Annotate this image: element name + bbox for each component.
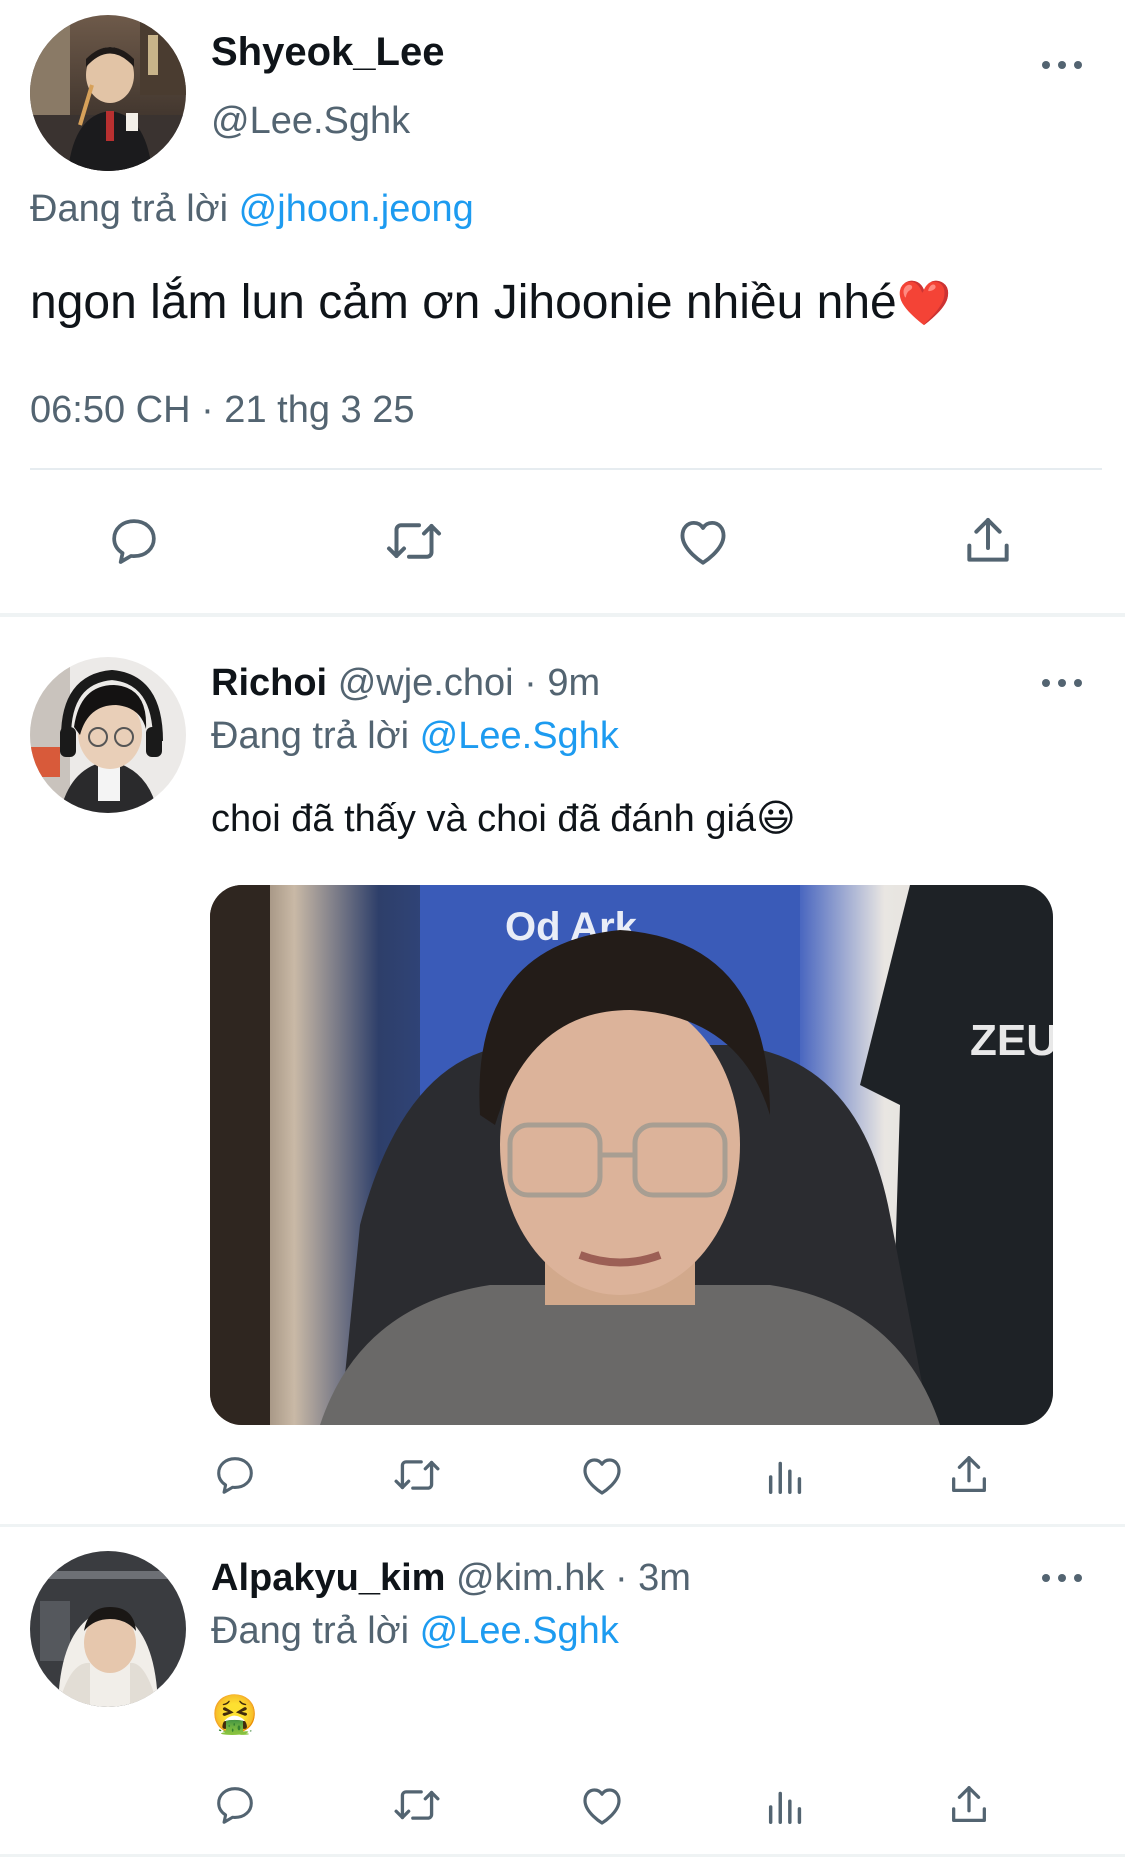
heart-emoji: ❤️ (896, 279, 952, 328)
share-icon[interactable] (960, 513, 1016, 569)
avatar[interactable] (30, 657, 186, 813)
author-handle[interactable]: @kim.hk (456, 1557, 604, 1599)
retweet-icon[interactable] (392, 1782, 442, 1828)
author-name[interactable]: Alpakyu_kim (211, 1557, 445, 1599)
replying-to-line: Đang trả lời @Lee.Sghk (211, 711, 619, 761)
avatar[interactable] (30, 15, 186, 171)
author-name[interactable]: Shyeok_Lee (211, 26, 444, 78)
more-options-icon[interactable] (1042, 1571, 1082, 1585)
views-icon[interactable] (764, 1452, 808, 1498)
avatar[interactable] (30, 1551, 186, 1707)
tweet-text-body: ngon lắm lun cảm ơn Jihoonie nhiều nhé (30, 276, 897, 329)
share-icon[interactable] (946, 1452, 992, 1498)
share-icon[interactable] (946, 1782, 992, 1828)
more-options-icon[interactable] (1042, 58, 1082, 72)
views-icon[interactable] (764, 1782, 808, 1828)
author-handle[interactable]: @Lee.Sghk (211, 96, 410, 146)
reply-icon[interactable] (212, 1782, 258, 1828)
more-options-icon[interactable] (1042, 676, 1082, 690)
retweet-icon[interactable] (392, 1452, 442, 1498)
tweet-text: choi đã thấy và choi đã đánh giá😃 (211, 794, 796, 844)
vomit-emoji: 🤮 (211, 1694, 259, 1736)
reply-header: Alpakyu_kim @kim.hk · 3m (211, 1553, 691, 1603)
section-divider (0, 1524, 1125, 1527)
smile-emoji: 😃 (756, 798, 796, 840)
replying-prefix: Đang trả lời (211, 1610, 410, 1652)
divider (30, 468, 1102, 470)
tweet-text: 🤮 (211, 1690, 258, 1740)
reply-time[interactable]: · 9m (524, 662, 600, 704)
reply-time[interactable]: · 3m (615, 1557, 691, 1599)
reply-header: Richoi @wje.choi · 9m (211, 658, 600, 708)
section-divider (0, 1854, 1125, 1857)
replying-to-link[interactable]: @Lee.Sghk (420, 1610, 619, 1652)
replying-to-line: Đang trả lời @jhoon.jeong (30, 184, 474, 234)
replying-to-link[interactable]: @jhoon.jeong (239, 188, 474, 230)
tweet-timestamp[interactable]: 06:50 CH · 21 thg 3 25 (30, 385, 414, 435)
section-divider (0, 613, 1125, 617)
replying-to-line: Đang trả lời @Lee.Sghk (211, 1606, 619, 1656)
replying-prefix: Đang trả lời (211, 715, 410, 757)
author-name[interactable]: Richoi (211, 662, 327, 704)
like-icon[interactable] (578, 1452, 626, 1498)
tweet-media-image[interactable]: Od Ark ZEU (210, 885, 1053, 1425)
like-icon[interactable] (674, 513, 732, 569)
author-handle[interactable]: @wje.choi (338, 662, 514, 704)
jersey-text: ZEU (970, 1016, 1053, 1065)
reply-icon[interactable] (212, 1452, 258, 1498)
replying-prefix: Đang trả lời (30, 188, 229, 230)
reply-icon[interactable] (106, 513, 162, 569)
tweet-text-body: choi đã thấy và choi đã đánh giá (211, 798, 757, 840)
replying-to-link[interactable]: @Lee.Sghk (420, 715, 619, 757)
like-icon[interactable] (578, 1782, 626, 1828)
retweet-icon[interactable] (384, 513, 444, 569)
tweet-text: ngon lắm lun cảm ơn Jihoonie nhiều nhé❤️ (30, 272, 952, 335)
